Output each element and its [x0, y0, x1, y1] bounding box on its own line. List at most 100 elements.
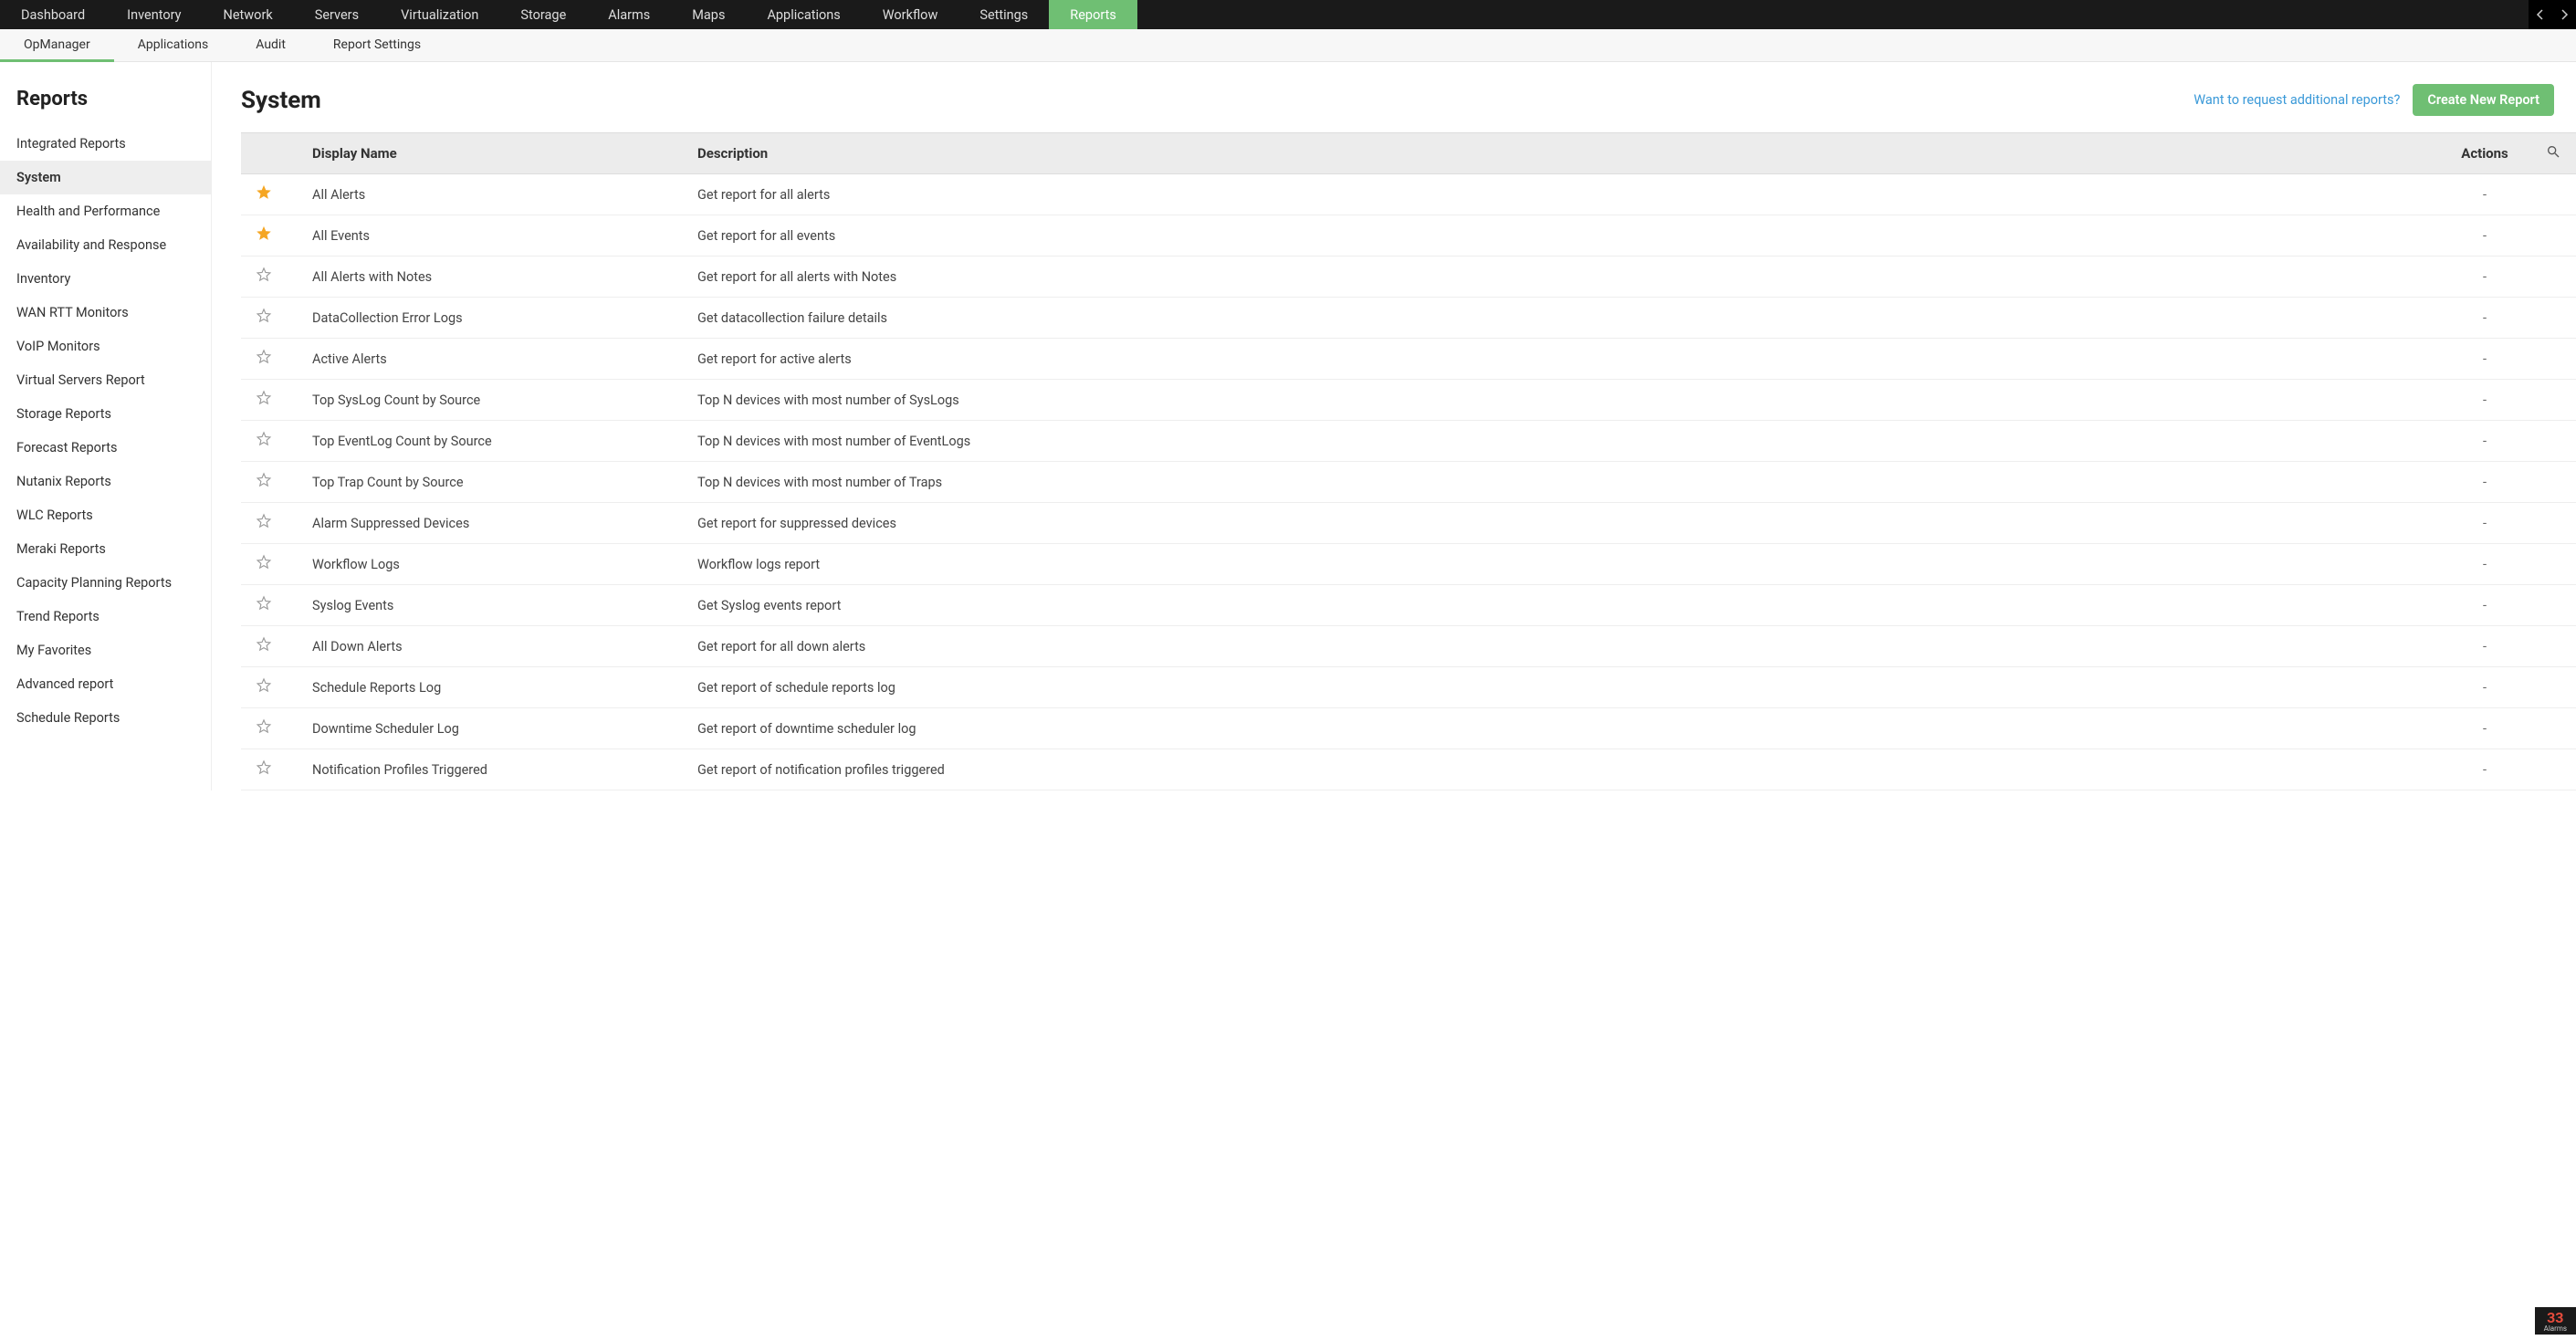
- topnav-item-storage[interactable]: Storage: [499, 0, 587, 29]
- subnav-item-audit[interactable]: Audit: [232, 29, 309, 62]
- sidebar-item-wlc-reports[interactable]: WLC Reports: [0, 498, 211, 532]
- report-name[interactable]: Syslog Events: [296, 585, 688, 626]
- col-actions[interactable]: Actions: [2439, 133, 2530, 174]
- favorite-toggle[interactable]: [241, 749, 296, 790]
- topnav-item-virtualization[interactable]: Virtualization: [380, 0, 499, 29]
- report-name[interactable]: DataCollection Error Logs: [296, 298, 688, 339]
- blank-cell: [2530, 421, 2576, 462]
- topnav-item-maps[interactable]: Maps: [671, 0, 746, 29]
- favorite-toggle[interactable]: [241, 585, 296, 626]
- nav-next-button[interactable]: [2552, 0, 2576, 29]
- sidebar-item-virtual-servers-report[interactable]: Virtual Servers Report: [0, 363, 211, 397]
- favorite-toggle[interactable]: [241, 503, 296, 544]
- report-action: -: [2439, 585, 2530, 626]
- report-description: Get Syslog events report: [688, 585, 2439, 626]
- report-name[interactable]: All Alerts with Notes: [296, 256, 688, 298]
- star-outline-icon: [256, 390, 272, 406]
- report-action: -: [2439, 544, 2530, 585]
- nav-prev-button[interactable]: [2529, 0, 2552, 29]
- topnav-item-applications[interactable]: Applications: [746, 0, 861, 29]
- report-description: Get report for all alerts with Notes: [688, 256, 2439, 298]
- favorite-toggle[interactable]: [241, 380, 296, 421]
- table-row: All Alerts with NotesGet report for all …: [241, 256, 2576, 298]
- table-row: Alarm Suppressed DevicesGet report for s…: [241, 503, 2576, 544]
- blank-cell: [2530, 298, 2576, 339]
- subnav-item-applications[interactable]: Applications: [114, 29, 233, 62]
- report-name[interactable]: Top Trap Count by Source: [296, 462, 688, 503]
- sidebar-item-health-and-performance[interactable]: Health and Performance: [0, 194, 211, 228]
- favorite-toggle[interactable]: [241, 174, 296, 215]
- col-description[interactable]: Description: [688, 133, 2439, 174]
- sidebar-item-nutanix-reports[interactable]: Nutanix Reports: [0, 465, 211, 498]
- col-search[interactable]: [2530, 133, 2576, 174]
- topnav-item-settings[interactable]: Settings: [958, 0, 1049, 29]
- topnav-item-network[interactable]: Network: [203, 0, 294, 29]
- col-display-name[interactable]: Display Name: [296, 133, 688, 174]
- report-description: Workflow logs report: [688, 544, 2439, 585]
- blank-cell: [2530, 339, 2576, 380]
- sidebar-item-storage-reports[interactable]: Storage Reports: [0, 397, 211, 431]
- report-action: -: [2439, 708, 2530, 749]
- favorite-toggle[interactable]: [241, 544, 296, 585]
- alarms-label: Alarms: [2544, 1325, 2567, 1333]
- sidebar-item-meraki-reports[interactable]: Meraki Reports: [0, 532, 211, 566]
- sidebar-item-integrated-reports[interactable]: Integrated Reports: [0, 127, 211, 161]
- sidebar-item-forecast-reports[interactable]: Forecast Reports: [0, 431, 211, 465]
- sidebar-item-capacity-planning-reports[interactable]: Capacity Planning Reports: [0, 566, 211, 600]
- topnav-item-workflow[interactable]: Workflow: [862, 0, 959, 29]
- favorite-toggle[interactable]: [241, 339, 296, 380]
- report-description: Get datacollection failure details: [688, 298, 2439, 339]
- request-reports-link[interactable]: Want to request additional reports?: [2194, 92, 2400, 108]
- sidebar-item-wan-rtt-monitors[interactable]: WAN RTT Monitors: [0, 296, 211, 330]
- create-new-report-button[interactable]: Create New Report: [2413, 84, 2554, 116]
- report-name[interactable]: All Events: [296, 215, 688, 256]
- table-row: Workflow LogsWorkflow logs report-: [241, 544, 2576, 585]
- report-name[interactable]: Workflow Logs: [296, 544, 688, 585]
- favorite-toggle[interactable]: [241, 298, 296, 339]
- report-name[interactable]: Alarm Suppressed Devices: [296, 503, 688, 544]
- topnav-item-reports[interactable]: Reports: [1049, 0, 1137, 29]
- report-name[interactable]: Active Alerts: [296, 339, 688, 380]
- main-content: System Want to request additional report…: [212, 62, 2576, 790]
- sidebar-item-voip-monitors[interactable]: VoIP Monitors: [0, 330, 211, 363]
- star-outline-icon: [256, 554, 272, 571]
- sidebar-item-system[interactable]: System: [0, 161, 211, 194]
- alarms-badge[interactable]: 33 Alarms: [2535, 1307, 2576, 1335]
- sidebar-item-advanced-report[interactable]: Advanced report: [0, 667, 211, 701]
- report-name[interactable]: All Down Alerts: [296, 626, 688, 667]
- subnav-item-opmanager[interactable]: OpManager: [0, 29, 114, 62]
- favorite-toggle[interactable]: [241, 421, 296, 462]
- sidebar-item-inventory[interactable]: Inventory: [0, 262, 211, 296]
- blank-cell: [2530, 749, 2576, 790]
- topnav-item-inventory[interactable]: Inventory: [106, 0, 202, 29]
- sidebar-item-availability-and-response[interactable]: Availability and Response: [0, 228, 211, 262]
- main-header: System Want to request additional report…: [212, 84, 2576, 132]
- subnav-item-report-settings[interactable]: Report Settings: [309, 29, 445, 62]
- report-name[interactable]: Downtime Scheduler Log: [296, 708, 688, 749]
- favorite-toggle[interactable]: [241, 708, 296, 749]
- report-action: -: [2439, 174, 2530, 215]
- sidebar-item-my-favorites[interactable]: My Favorites: [0, 633, 211, 667]
- report-name[interactable]: Notification Profiles Triggered: [296, 749, 688, 790]
- favorite-toggle[interactable]: [241, 462, 296, 503]
- topnav-item-dashboard[interactable]: Dashboard: [0, 0, 106, 29]
- table-row: Syslog EventsGet Syslog events report-: [241, 585, 2576, 626]
- topnav-item-alarms[interactable]: Alarms: [587, 0, 671, 29]
- report-name[interactable]: Top EventLog Count by Source: [296, 421, 688, 462]
- blank-cell: [2530, 667, 2576, 708]
- report-name[interactable]: Top SysLog Count by Source: [296, 380, 688, 421]
- star-outline-icon: [256, 267, 272, 283]
- favorite-toggle[interactable]: [241, 256, 296, 298]
- report-name[interactable]: All Alerts: [296, 174, 688, 215]
- report-name[interactable]: Schedule Reports Log: [296, 667, 688, 708]
- favorite-toggle[interactable]: [241, 215, 296, 256]
- sidebar-item-schedule-reports[interactable]: Schedule Reports: [0, 701, 211, 735]
- report-description: Get report of downtime scheduler log: [688, 708, 2439, 749]
- report-action: -: [2439, 749, 2530, 790]
- table-row: All AlertsGet report for all alerts-: [241, 174, 2576, 215]
- sidebar-item-trend-reports[interactable]: Trend Reports: [0, 600, 211, 633]
- favorite-toggle[interactable]: [241, 626, 296, 667]
- report-description: Get report for active alerts: [688, 339, 2439, 380]
- topnav-item-servers[interactable]: Servers: [294, 0, 380, 29]
- favorite-toggle[interactable]: [241, 667, 296, 708]
